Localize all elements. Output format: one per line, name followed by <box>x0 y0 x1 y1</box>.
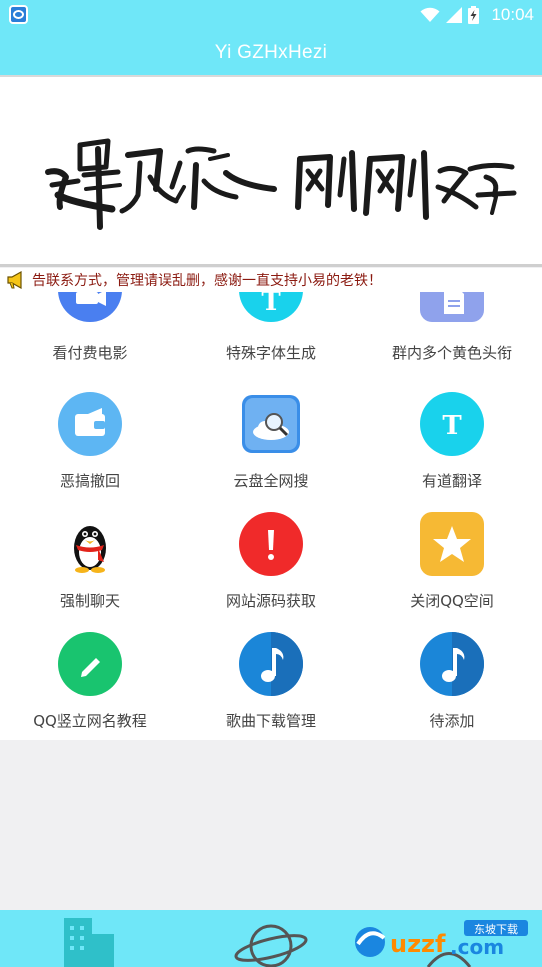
grid-item-vertical-name[interactable]: QQ竖立网名教程 <box>0 632 180 740</box>
star-icon <box>420 512 484 576</box>
battery-charging-icon <box>468 6 480 24</box>
svg-text:uzzf: uzzf <box>390 930 446 958</box>
grid-item-label: QQ竖立网名教程 <box>33 712 147 730</box>
grid-item-prank-recall[interactable]: 恶搞撤回 <box>0 392 180 512</box>
grid-item-close-qzone[interactable]: 关闭QQ空间 <box>362 512 542 632</box>
cloud-search-icon <box>242 395 300 453</box>
pencil-icon <box>58 632 122 696</box>
movie-camera-icon <box>58 292 122 322</box>
svg-text:.com: .com <box>450 935 504 959</box>
banner-image[interactable] <box>0 75 542 267</box>
signal-icon <box>446 7 463 23</box>
grid-item-label: 歌曲下载管理 <box>225 712 316 730</box>
megaphone-icon <box>7 271 22 289</box>
calligraphy-artwork <box>45 138 517 230</box>
music-note-icon <box>420 632 484 696</box>
grid-item-label: 看付费电影 <box>52 344 128 362</box>
font-t-icon: T <box>420 392 484 456</box>
exclamation-icon <box>239 512 303 576</box>
wifi-icon <box>420 7 440 22</box>
status-icons: 10:04 <box>420 4 534 26</box>
tab-home[interactable] <box>0 910 180 967</box>
grid-item-cloud-search[interactable]: 云盘全网搜 <box>181 392 361 512</box>
app-notification-icon <box>9 5 28 24</box>
music-note-icon <box>239 632 303 696</box>
uzzf-logo-icon: uzzf .com 东坡下载 <box>355 920 528 959</box>
site-watermark: uzzf .com 东坡下载 <box>352 918 532 966</box>
function-grid: 看付费电影 T 特殊字体生成 群内多个黄色头衔 恶搞撤回 云盘全网搜 T 有道翻… <box>0 292 542 740</box>
grid-item-label: 云盘全网搜 <box>233 472 309 490</box>
bottom-tab-bar: uzzf .com 东坡下载 <box>0 910 542 967</box>
grid-item-label: 关闭QQ空间 <box>410 592 494 610</box>
grid-item-to-be-added[interactable]: 待添加 <box>362 632 542 740</box>
font-t-icon: T <box>239 292 303 322</box>
app-title: Yi GZHxHezi <box>214 41 328 63</box>
notice-text: 告联系方式，管理请误乱删，感谢一直支持小易的老铁！ <box>32 273 382 289</box>
wallet-icon <box>58 392 122 456</box>
grid-item-label: 网站源码获取 <box>225 592 316 610</box>
notice-bar: 告联系方式，管理请误乱删，感谢一直支持小易的老铁！ <box>0 268 542 292</box>
tab-discover[interactable] <box>181 910 361 967</box>
qq-penguin-icon <box>74 526 106 573</box>
grid-item-song-download[interactable]: 歌曲下载管理 <box>181 632 361 740</box>
grid-item-label: 特殊字体生成 <box>225 344 316 362</box>
grid-item-force-chat[interactable]: 强制聊天 <box>0 512 180 632</box>
grid-item-label: 有道翻译 <box>421 472 482 490</box>
buildings-icon <box>64 918 114 967</box>
grid-item-label: 待添加 <box>429 712 475 730</box>
svg-text:T: T <box>261 292 281 317</box>
clock: 10:04 <box>491 5 534 24</box>
grid-item-youdao-translate[interactable]: T 有道翻译 <box>362 392 542 512</box>
grid-item-label: 恶搞撤回 <box>59 472 120 490</box>
status-bar: 10:04 <box>0 0 542 30</box>
grid-item-label: 群内多个黄色头衔 <box>391 344 512 362</box>
title-bar: Yi GZHxHezi <box>0 30 542 75</box>
empty-area <box>0 740 542 910</box>
grid-item-label: 强制聊天 <box>59 592 120 610</box>
planet-icon <box>234 924 308 967</box>
document-icon <box>420 292 484 322</box>
svg-text:T: T <box>442 411 462 441</box>
grid-item-site-source[interactable]: 网站源码获取 <box>181 512 361 632</box>
svg-text:东坡下载: 东坡下载 <box>474 923 518 936</box>
